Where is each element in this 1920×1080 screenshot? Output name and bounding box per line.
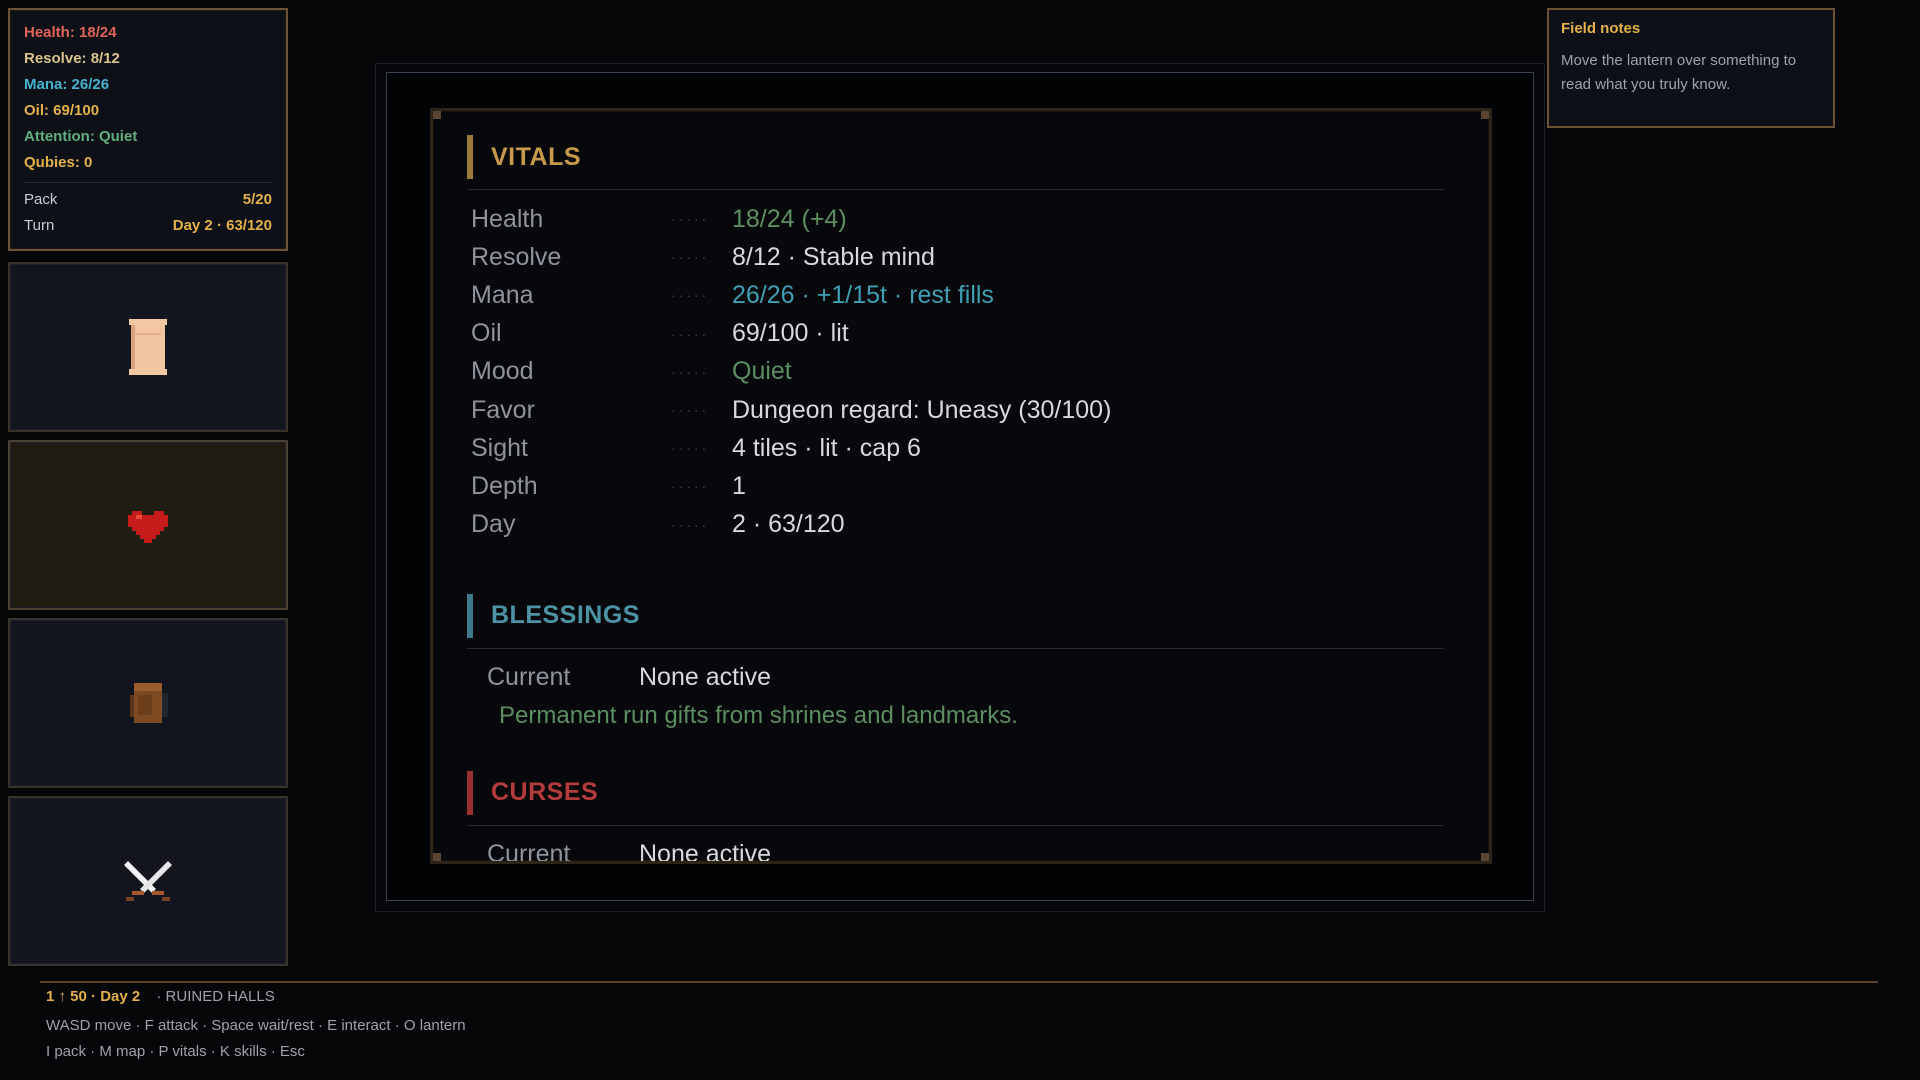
vital-label: Health (471, 204, 544, 233)
vital-label: Mana (471, 280, 534, 309)
stat-oil: Oil: 69/100 (24, 102, 100, 119)
turn-label: Turn (24, 217, 55, 234)
slot-heart[interactable] (8, 440, 288, 610)
pack-value: 5/20 (242, 191, 272, 208)
vitals-list: Health ····· 18/24 (+4) Resolve ····· 8/… (467, 200, 1444, 544)
vital-label: Mood (471, 357, 534, 386)
controls-hint-secondary: I pack · M map · P vitals · K skills · E… (46, 1043, 305, 1060)
blessings-heading: BLESSINGS (467, 593, 1444, 638)
stats-panel: Health: 18/24 Resolve: 8/12 Mana: 26/26 … (8, 8, 288, 251)
vital-value: 4 tiles · lit · cap 6 (732, 433, 921, 462)
vital-value: 2 · 63/120 (732, 510, 845, 539)
stats-divider (24, 182, 272, 183)
stat-attention: Attention: Quiet (24, 128, 138, 145)
vital-label: Resolve (471, 242, 562, 271)
scroll-icon (129, 319, 167, 375)
vital-label: Sight (471, 433, 528, 462)
vital-row-favor: Favor ····· Dungeon regard: Uneasy (30/1… (467, 391, 1444, 429)
heart-icon (128, 511, 168, 543)
vital-label: Favor (471, 395, 535, 424)
vital-row-oil: Oil ····· 69/100 · lit (467, 315, 1444, 353)
vitals-panel: VITALS Health ····· 18/24 (+4) Resolve ·… (430, 108, 1492, 864)
curses-rule (467, 824, 1444, 826)
vital-row-day: Day ····· 2 · 63/120 (467, 506, 1444, 544)
frame-corner (1481, 853, 1489, 861)
leader-dots: ····· (671, 516, 710, 533)
leader-dots: ····· (671, 363, 710, 380)
vital-value: 26/26 · +1/15t · rest fills (732, 280, 994, 309)
field-notes-panel: Field notes Move the lantern over someth… (1547, 8, 1835, 128)
leader-dots: ····· (671, 440, 710, 457)
frame-corner (1481, 111, 1489, 119)
blessings-rule (467, 647, 1444, 649)
vitals-rule (467, 189, 1444, 190)
vital-value: 1 (732, 471, 746, 500)
status-line: 1 ↑ 50 · Day 2 · RUINED HALLS (46, 988, 275, 1005)
slot-scroll[interactable] (8, 262, 288, 432)
slot-weapons[interactable] (8, 796, 288, 966)
pack-label: Pack (24, 191, 58, 208)
vital-value: 18/24 (+4) (732, 204, 847, 233)
stat-health: Health: 18/24 (24, 24, 117, 41)
vital-row-resolve: Resolve ····· 8/12 · Stable mind (467, 238, 1444, 276)
controls-hint-primary: WASD move · F attack · Space wait/rest ·… (46, 1017, 466, 1034)
frame-corner (433, 853, 441, 861)
leader-dots: ····· (671, 402, 710, 419)
curses-heading: CURSES (467, 770, 1444, 815)
curses-current-label: Current (487, 840, 571, 864)
curses-current-row: Current None active (467, 836, 1444, 864)
blessings-current-row: Current None active (467, 659, 1444, 697)
leader-dots: ····· (671, 249, 710, 266)
pack-row: Pack 5/20 (24, 187, 272, 213)
curses-current-value: None active (639, 840, 772, 864)
vital-value: Quiet (732, 357, 792, 386)
leader-dots: ····· (671, 478, 710, 495)
status-location: · RUINED HALLS (156, 988, 275, 1005)
vital-value: 69/100 · lit (732, 319, 849, 348)
stat-qubies: Qubies: 0 (24, 154, 93, 171)
leader-dots: ····· (671, 211, 710, 228)
leader-dots: ····· (671, 287, 710, 304)
backpack-icon (130, 683, 168, 723)
vital-value: Dungeon regard: Uneasy (30/100) (732, 395, 1112, 424)
vital-row-depth: Depth ····· 1 (467, 467, 1444, 505)
field-notes-title: Field notes (1561, 20, 1641, 37)
blessings-description: Permanent run gifts from shrines and lan… (499, 701, 1018, 729)
turn-row: Turn Day 2 · 63/120 (24, 213, 272, 239)
blessings-current-label: Current (487, 663, 571, 692)
status-divider (40, 981, 1878, 983)
vital-row-sight: Sight ····· 4 tiles · lit · cap 6 (467, 429, 1444, 467)
vital-label: Depth (471, 471, 538, 500)
vitals-heading: VITALS (467, 135, 1444, 179)
vital-row-health: Health ····· 18/24 (+4) (467, 200, 1444, 238)
stat-mana: Mana: 26/26 (24, 76, 110, 93)
stat-resolve: Resolve: 8/12 (24, 50, 120, 67)
blessings-current-value: None active (639, 663, 772, 692)
frame-corner (433, 111, 441, 119)
vital-row-mana: Mana ····· 26/26 · +1/15t · rest fills (467, 276, 1444, 314)
leader-dots: ····· (671, 325, 710, 342)
vital-value: 8/12 · Stable mind (732, 242, 935, 271)
vital-label: Day (471, 510, 516, 539)
crossed-swords-icon (124, 861, 172, 901)
field-notes-body: Move the lantern over something to read … (1561, 52, 1797, 93)
vital-row-mood: Mood ····· Quiet (467, 353, 1444, 391)
vital-label: Oil (471, 319, 502, 348)
status-position: 1 ↑ 50 · Day 2 (46, 988, 141, 1005)
slot-backpack[interactable] (8, 618, 288, 788)
turn-value: Day 2 · 63/120 (172, 217, 272, 234)
